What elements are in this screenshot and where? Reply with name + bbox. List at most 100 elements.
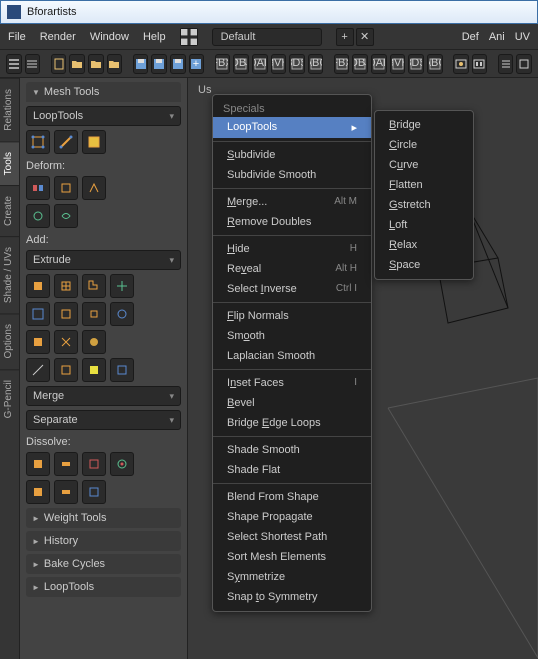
menu-help[interactable]: Help [143, 31, 166, 43]
toolbar-box-icon[interactable] [516, 54, 532, 74]
menu-snap-to-symmetry[interactable]: Snap to Symmetry [213, 587, 371, 607]
import-dae-icon[interactable]: DAE [252, 54, 268, 74]
menu-sort-mesh-elements[interactable]: Sort Mesh Elements [213, 547, 371, 567]
add-11-icon[interactable] [82, 330, 106, 354]
submenu-circle[interactable]: Circle [375, 135, 473, 155]
import-obj-icon[interactable]: OBJ [233, 54, 249, 74]
import-bvh-icon[interactable]: BVH [271, 54, 287, 74]
extrude-dropdown[interactable]: Extrude [26, 250, 181, 270]
menu-remove-doubles[interactable]: Remove Doubles [213, 212, 371, 232]
menu-shade-flat[interactable]: Shade Flat [213, 460, 371, 480]
export-obj-icon[interactable]: OBJ [352, 54, 368, 74]
add-4-icon[interactable] [110, 274, 134, 298]
menu-hide[interactable]: HideH [213, 239, 371, 259]
import-3ds-icon[interactable]: 3DS [289, 54, 305, 74]
menu-symmetrize[interactable]: Symmetrize [213, 567, 371, 587]
add-2-icon[interactable] [54, 274, 78, 298]
separate-dropdown[interactable]: Separate [26, 410, 181, 430]
menu-shape-propagate[interactable]: Shape Propagate [213, 507, 371, 527]
add-10-icon[interactable] [54, 330, 78, 354]
looptools-dropdown[interactable]: LoopTools [26, 106, 181, 126]
add-12-icon[interactable] [26, 358, 50, 382]
tab-ani[interactable]: Ani [489, 31, 505, 43]
vtab-create[interactable]: Create [0, 185, 19, 236]
deform-4-icon[interactable] [26, 204, 50, 228]
menu-flip-normals[interactable]: Flip Normals [213, 306, 371, 326]
tab-uv[interactable]: UV [515, 31, 530, 43]
add-6-icon[interactable] [54, 302, 78, 326]
menu-shade-smooth[interactable]: Shade Smooth [213, 440, 371, 460]
tab-def[interactable]: Def [462, 31, 479, 43]
submenu-loft[interactable]: Loft [375, 215, 473, 235]
layout-grid-icon[interactable] [180, 28, 198, 46]
menu-blend-from-shape[interactable]: Blend From Shape [213, 487, 371, 507]
new-file-icon[interactable] [51, 54, 67, 74]
folder-icon[interactable] [107, 54, 123, 74]
add-14-icon[interactable] [82, 358, 106, 382]
deform-3-icon[interactable] [82, 176, 106, 200]
vtab-options[interactable]: Options [0, 313, 19, 368]
menu-subdivide-smooth[interactable]: Subdivide Smooth [213, 165, 371, 185]
dissolve-5-icon[interactable] [26, 480, 50, 504]
tool-edge-icon[interactable] [54, 130, 78, 154]
submenu-flatten[interactable]: Flatten [375, 175, 473, 195]
layout-dropdown[interactable]: Default [212, 28, 322, 46]
vtab-tools[interactable]: Tools [0, 141, 19, 185]
menu-select-shortest-path[interactable]: Select Shortest Path [213, 527, 371, 547]
menu-bevel[interactable]: Bevel [213, 393, 371, 413]
export-bvh-icon[interactable]: BVH [390, 54, 406, 74]
mesh-tools-header[interactable]: Mesh Tools [26, 82, 181, 102]
add-13-icon[interactable] [54, 358, 78, 382]
dissolve-1-icon[interactable] [26, 452, 50, 476]
menu-window[interactable]: Window [90, 31, 129, 43]
export-abc-icon[interactable]: ABC [427, 54, 443, 74]
dissolve-7-icon[interactable] [82, 480, 106, 504]
open-file-icon[interactable] [69, 54, 85, 74]
add-7-icon[interactable] [82, 302, 106, 326]
menu-bridge-edge-loops[interactable]: Bridge Edge Loops [213, 413, 371, 433]
dissolve-4-icon[interactable] [110, 452, 134, 476]
vtab-gpencil[interactable]: G-Pencil [0, 369, 19, 428]
add-3-icon[interactable] [82, 274, 106, 298]
add-5-icon[interactable] [26, 302, 50, 326]
history-panel[interactable]: History [26, 531, 181, 551]
add-layout-button[interactable]: + [336, 28, 354, 46]
export-3ds-icon[interactable]: 3DS [408, 54, 424, 74]
dissolve-3-icon[interactable] [82, 452, 106, 476]
dissolve-2-icon[interactable] [54, 452, 78, 476]
add-15-icon[interactable] [110, 358, 134, 382]
export-fbx-icon[interactable]: FBX [334, 54, 350, 74]
add-8-icon[interactable] [110, 302, 134, 326]
save-copy-icon[interactable] [170, 54, 186, 74]
export-dae-icon[interactable]: DAE [371, 54, 387, 74]
submenu-relax[interactable]: Relax [375, 235, 473, 255]
deform-2-icon[interactable] [54, 176, 78, 200]
menu-laplacian-smooth[interactable]: Laplacian Smooth [213, 346, 371, 366]
add-9-icon[interactable] [26, 330, 50, 354]
menu-looptools[interactable]: LoopTools [213, 117, 371, 138]
weight-tools-panel[interactable]: Weight Tools [26, 508, 181, 528]
deform-1-icon[interactable] [26, 176, 50, 200]
bake-cycles-panel[interactable]: Bake Cycles [26, 554, 181, 574]
vtab-relations[interactable]: Relations [0, 78, 19, 141]
menu-file[interactable]: File [8, 31, 26, 43]
deform-5-icon[interactable] [54, 204, 78, 228]
menu-merge[interactable]: Merge...Alt M [213, 192, 371, 212]
menu-inset-faces[interactable]: Inset FacesI [213, 373, 371, 393]
open-recent-icon[interactable] [88, 54, 104, 74]
tool-face-icon[interactable] [82, 130, 106, 154]
tool-vertex-icon[interactable] [26, 130, 50, 154]
menu-subdivide[interactable]: Subdivide [213, 145, 371, 165]
add-1-icon[interactable] [26, 274, 50, 298]
menu-icon[interactable] [25, 54, 41, 74]
toolbar-list-icon[interactable] [498, 54, 514, 74]
submenu-bridge[interactable]: Bridge [375, 115, 473, 135]
menu-select-inverse[interactable]: Select InverseCtrl I [213, 279, 371, 299]
remove-layout-button[interactable]: ✕ [356, 28, 374, 46]
menu-reveal[interactable]: RevealAlt H [213, 259, 371, 279]
menu-smooth[interactable]: Smooth [213, 326, 371, 346]
save-icon[interactable] [133, 54, 149, 74]
dissolve-6-icon[interactable] [54, 480, 78, 504]
submenu-gstretch[interactable]: Gstretch [375, 195, 473, 215]
submenu-space[interactable]: Space [375, 255, 473, 275]
